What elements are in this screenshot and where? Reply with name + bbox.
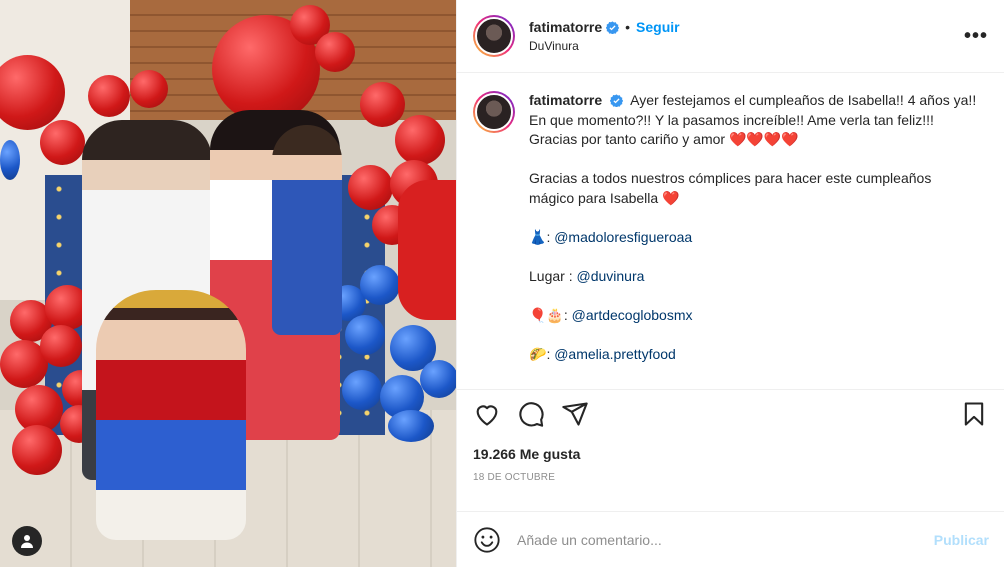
bookmark-icon[interactable]	[960, 400, 988, 428]
emoji-icon[interactable]	[473, 526, 501, 554]
credit-food: 🌮: @amelia.prettyfood	[529, 345, 676, 362]
taco-emoji: 🌮	[529, 345, 547, 362]
balloon	[395, 115, 445, 165]
caption-avatar[interactable]	[473, 91, 515, 133]
balloon	[88, 75, 130, 117]
author-username[interactable]: fatimatorre	[529, 19, 602, 35]
share-icon[interactable]	[561, 400, 589, 428]
wonder-woman-sign	[398, 180, 456, 320]
balloon	[388, 410, 434, 442]
user-tag-icon[interactable]	[12, 526, 42, 556]
author-avatar[interactable]	[473, 15, 515, 57]
balloon	[315, 32, 355, 72]
balloon	[12, 425, 62, 475]
avatar-image	[475, 17, 513, 55]
publish-button[interactable]: Publicar	[934, 532, 989, 548]
likes-count[interactable]: 19.266 Me gusta	[457, 438, 1004, 462]
credit-balloons: 🎈🎂: @artdecoglobosmx	[529, 306, 693, 323]
comment-input[interactable]	[517, 531, 897, 548]
heart-emoji: ❤️	[662, 189, 680, 206]
follow-button[interactable]: Seguir	[636, 19, 680, 35]
baby-figure	[272, 125, 342, 335]
place-label: Lugar :	[529, 267, 573, 284]
mention-link[interactable]: @artdecoglobosmx	[572, 307, 693, 323]
separator-dot: •	[625, 19, 631, 35]
balloon	[130, 70, 168, 108]
caption-paragraph-2: Gracias a todos nuestros cómplices para …	[529, 169, 979, 208]
balloon	[360, 82, 405, 127]
comment-bar: Publicar	[457, 511, 1004, 567]
avatar-image	[475, 93, 513, 131]
post-date[interactable]: 18 DE OCTUBRE	[457, 462, 1004, 483]
credit-dress: 👗: @madoloresfigueroaa	[529, 228, 693, 245]
girl-figure	[96, 290, 246, 540]
hearts-emoji: ❤️❤️❤️❤️	[728, 131, 799, 147]
balloon-cake-emoji: 🎈🎂	[529, 306, 564, 323]
balloon	[40, 120, 85, 165]
mention-link[interactable]: @amelia.prettyfood	[554, 346, 676, 362]
caption-row: fatimatorre Ayer festejamos el cumpleaño…	[473, 91, 988, 364]
caption-username[interactable]: fatimatorre	[529, 92, 602, 108]
verified-badge-icon	[606, 20, 620, 34]
verified-badge-icon	[609, 94, 624, 108]
caption-area: fatimatorre Ayer festejamos el cumpleaño…	[457, 73, 1004, 390]
balloon	[348, 165, 393, 210]
mention-link[interactable]: @duvinura	[576, 268, 644, 284]
caption-text: fatimatorre Ayer festejamos el cumpleaño…	[529, 91, 979, 364]
more-options-icon[interactable]: •••	[964, 25, 988, 48]
balloon	[360, 265, 400, 305]
header-text: fatimatorre • Seguir DuVinura	[529, 19, 680, 53]
post-header: fatimatorre • Seguir DuVinura •••	[457, 0, 1004, 73]
header-line: fatimatorre • Seguir	[529, 19, 680, 35]
balloon	[342, 370, 382, 410]
balloon	[0, 140, 20, 180]
comment-icon[interactable]	[517, 400, 545, 428]
balloon	[420, 360, 456, 398]
thanks-text: Gracias a todos nuestros cómplices para …	[529, 170, 932, 206]
mention-link[interactable]: @madoloresfigueroaa	[554, 229, 692, 245]
post-photo[interactable]	[0, 0, 456, 567]
post-panel: fatimatorre • Seguir DuVinura ••• fatima…	[456, 0, 1004, 567]
dress-emoji: 👗	[529, 228, 547, 245]
balloon	[40, 325, 82, 367]
balloon	[345, 315, 385, 355]
heart-icon[interactable]	[473, 400, 501, 428]
credit-place: Lugar : @duvinura	[529, 267, 979, 287]
action-bar	[457, 390, 1004, 438]
location-link[interactable]: DuVinura	[529, 39, 680, 53]
